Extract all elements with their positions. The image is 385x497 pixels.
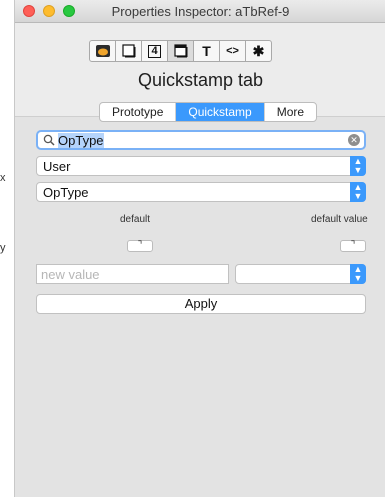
tab-segmented-control: Prototype Quickstamp More bbox=[99, 102, 318, 122]
text-icon: T bbox=[202, 43, 211, 59]
default-value-label: default value bbox=[311, 214, 368, 225]
attribute-category-value: User bbox=[43, 159, 71, 174]
window-tab-button[interactable] bbox=[167, 40, 194, 62]
settings-tab-button[interactable]: ✱ bbox=[245, 40, 272, 62]
attribute-search-field[interactable]: OpType ✕ bbox=[36, 130, 366, 150]
window-icon bbox=[173, 44, 187, 58]
properties-inspector-window: Properties Inspector: aTbRef-9 4 T <> ✱ … bbox=[14, 0, 385, 497]
revert-icon: ⌝ bbox=[137, 240, 143, 251]
popup-chevrons-icon: ▲ ▼ bbox=[350, 156, 366, 176]
text-tab-button[interactable] bbox=[115, 40, 142, 62]
tab-quickstamp[interactable]: Quickstamp bbox=[176, 103, 265, 121]
number-icon: 4 bbox=[148, 44, 161, 58]
code-tab-button[interactable]: <> bbox=[219, 40, 246, 62]
title-bar[interactable]: Properties Inspector: aTbRef-9 bbox=[15, 0, 385, 23]
appearance-icon bbox=[95, 45, 110, 57]
revert-default-button[interactable]: ⌝ bbox=[127, 240, 153, 252]
revert-icon: ⌝ bbox=[350, 240, 356, 251]
popup-chevrons-icon: ▲ ▼ bbox=[350, 264, 366, 284]
attribute-name-popup[interactable]: OpType ▲ ▼ bbox=[36, 182, 366, 202]
tab-more[interactable]: More bbox=[265, 103, 316, 121]
new-value-input[interactable] bbox=[37, 265, 228, 283]
inspector-toolbar: 4 T <> ✱ bbox=[89, 40, 272, 62]
appearance-tab-button[interactable] bbox=[89, 40, 116, 62]
search-input: OpType bbox=[58, 133, 104, 148]
apply-button[interactable]: Apply bbox=[36, 294, 366, 314]
code-icon: <> bbox=[226, 45, 239, 57]
value-options-popup[interactable]: ▲ ▼ bbox=[235, 264, 366, 284]
attribute-name-value: OpType bbox=[43, 185, 89, 200]
popup-chevrons-icon: ▲ ▼ bbox=[350, 182, 366, 202]
window-title: Properties Inspector: aTbRef-9 bbox=[111, 4, 290, 19]
edge-letter-y: y bbox=[0, 242, 6, 254]
new-value-field[interactable] bbox=[36, 264, 229, 284]
tab-prototype[interactable]: Prototype bbox=[100, 103, 177, 121]
revert-default-value-button[interactable]: ⌝ bbox=[340, 240, 366, 252]
quickstamp-number-tab-button[interactable]: 4 bbox=[141, 40, 168, 62]
edge-letter-x: x bbox=[0, 172, 6, 184]
note-icon bbox=[121, 44, 135, 58]
text-format-tab-button[interactable]: T bbox=[193, 40, 220, 62]
clear-search-icon[interactable]: ✕ bbox=[348, 134, 360, 146]
gear-icon: ✱ bbox=[252, 42, 265, 59]
attribute-category-popup[interactable]: User ▲ ▼ bbox=[36, 156, 366, 176]
default-label: default bbox=[120, 214, 151, 225]
search-icon bbox=[43, 134, 55, 146]
page-title: Quickstamp tab bbox=[137, 70, 264, 90]
